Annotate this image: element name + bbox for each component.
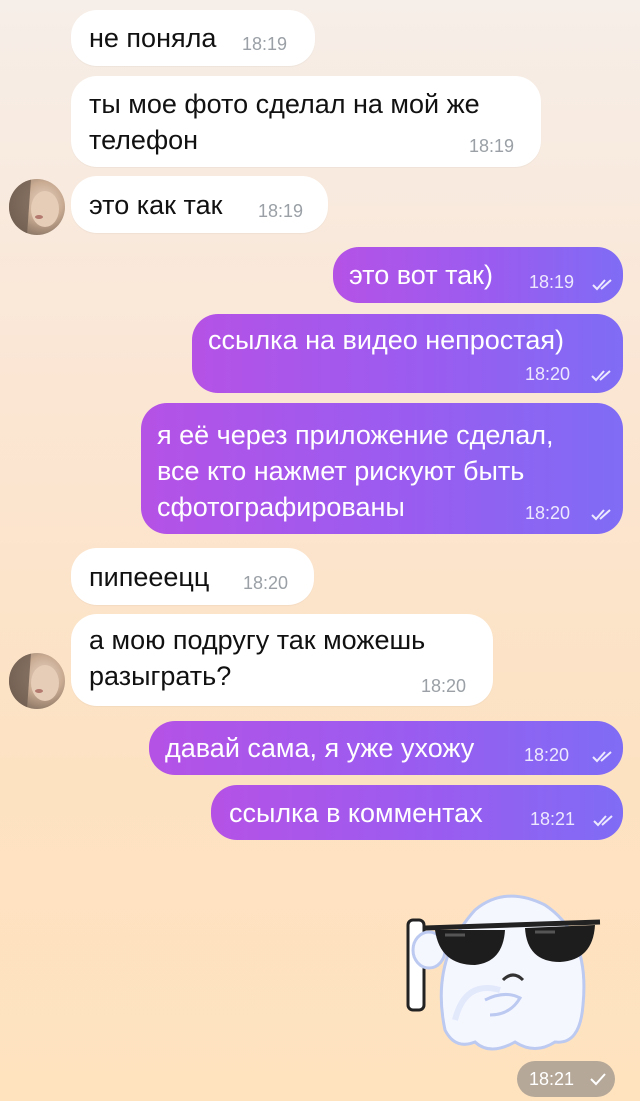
message-time: 18:20	[524, 745, 570, 765]
contact-avatar[interactable]	[9, 179, 65, 235]
message-time: 18:21	[529, 1069, 575, 1089]
contact-avatar[interactable]	[9, 653, 65, 709]
message-bubble-outgoing[interactable]: я её через приложение сделал, все кто на…	[141, 403, 623, 534]
message-time: 18:20	[525, 364, 571, 384]
ghost-sunglasses-sticker-icon[interactable]	[405, 880, 605, 1060]
message-text: ты мое фото сделал на мой же телефон	[89, 89, 480, 155]
message-text: я её через приложение сделал, все кто на…	[157, 420, 554, 522]
message-text: ссылка в комментах	[229, 798, 483, 828]
avatar-image-icon	[9, 653, 59, 709]
message-bubble-incoming[interactable]: ты мое фото сделал на мой же телефон 18:…	[71, 76, 541, 167]
message-bubble-incoming[interactable]: не поняла 18:19	[71, 10, 315, 66]
check-icon	[590, 1073, 606, 1086]
chat-message-list[interactable]: не поняла 18:19 ты мое фото сделал на мо…	[0, 0, 640, 1101]
double-check-icon	[593, 815, 613, 827]
double-check-icon	[591, 370, 611, 382]
message-time: 18:20	[421, 676, 467, 696]
message-time: 18:19	[469, 136, 515, 156]
message-time: 18:19	[258, 201, 304, 221]
message-text: давай сама, я уже ухожу	[165, 733, 475, 763]
message-time: 18:19	[529, 272, 575, 292]
message-bubble-outgoing[interactable]: ссылка в комментах 18:21	[211, 785, 623, 840]
message-time: 18:20	[243, 573, 289, 593]
message-text: пипееецц	[89, 562, 210, 592]
double-check-icon	[591, 509, 611, 521]
message-bubble-incoming[interactable]: пипееецц 18:20	[71, 548, 314, 605]
message-text: ссылка на видео непростая)	[208, 325, 564, 355]
message-text: а мою подругу так можешь разыграть?	[89, 625, 426, 691]
sticker-time-badge: 18:21	[517, 1061, 615, 1097]
message-bubble-incoming[interactable]: а мою подругу так можешь разыграть? 18:2…	[71, 614, 493, 706]
message-bubble-outgoing[interactable]: давай сама, я уже ухожу 18:20	[149, 721, 623, 775]
message-bubble-incoming[interactable]: это как так 18:19	[71, 176, 328, 233]
message-time: 18:20	[525, 503, 571, 523]
message-time: 18:19	[242, 34, 288, 54]
message-bubble-outgoing[interactable]: ссылка на видео непростая) 18:20	[192, 314, 623, 393]
message-text: это как так	[89, 190, 223, 220]
message-bubble-outgoing[interactable]: это вот так) 18:19	[333, 247, 623, 303]
message-text: это вот так)	[349, 260, 493, 290]
message-time: 18:21	[530, 809, 576, 829]
double-check-icon	[592, 279, 612, 291]
double-check-icon	[592, 751, 612, 763]
avatar-image-icon	[9, 179, 59, 235]
message-text: не поняла	[89, 23, 217, 53]
